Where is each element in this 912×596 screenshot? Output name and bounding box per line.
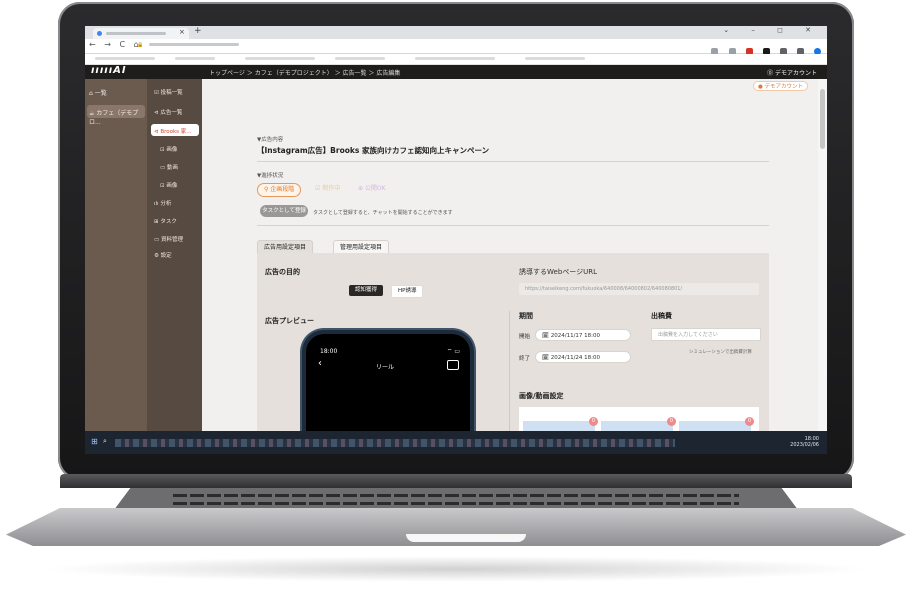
content-section-label: ▼広告内容 bbox=[257, 137, 284, 143]
start-label: 開始 bbox=[519, 334, 531, 340]
main-content: ▼広告内容 【Instagram広告】Brooks 家族向けカフェ認知向上キャン… bbox=[202, 79, 818, 454]
laptop-base bbox=[6, 474, 906, 546]
extension-icons bbox=[706, 41, 821, 55]
url-text-blurred bbox=[148, 43, 239, 46]
sidebar-item-ads[interactable]: ⊲ 広告一覧 bbox=[154, 108, 182, 116]
bookmark-blurred[interactable] bbox=[525, 57, 585, 60]
laptop-hinge bbox=[60, 474, 852, 488]
browser-tab[interactable]: × bbox=[93, 28, 189, 39]
window-controls[interactable]: ⌄ – ◻ ✕ bbox=[723, 26, 821, 34]
sidebar-item-settings[interactable]: ⚙ 設定 bbox=[154, 251, 172, 259]
cost-label: 出稿費 bbox=[651, 312, 672, 320]
bookmark-blurred[interactable] bbox=[415, 57, 495, 60]
task-note: タスクとして登録すると、チャットを開始することができます bbox=[313, 210, 453, 216]
key-row bbox=[172, 494, 740, 497]
camera-icon bbox=[447, 360, 459, 370]
sidebar-item-brooks-ad[interactable]: ⊲ Brooks 家... bbox=[154, 127, 192, 135]
purpose-awareness-option[interactable]: 認知獲得 bbox=[349, 285, 384, 296]
status-in-production[interactable]: ☑ 制作中 bbox=[309, 183, 346, 195]
sidebar-item-analytics[interactable]: ılı 分析 bbox=[154, 199, 171, 207]
start-date-input[interactable]: 🗓 2024/11/17 18:00 bbox=[535, 329, 631, 341]
account-menu[interactable]: ⓪ デモアカウント bbox=[767, 68, 817, 77]
account-badge: ● デモアカウント bbox=[752, 81, 808, 91]
tab-title-blurred bbox=[106, 32, 166, 35]
media-settings-label: 画像/動画設定 bbox=[519, 392, 564, 400]
progress-section-label: ▼進捗状況 bbox=[257, 173, 284, 179]
scrollbar-thumb[interactable] bbox=[820, 89, 825, 149]
app-logo[interactable]: ıııııAI bbox=[91, 65, 127, 76]
end-date-input[interactable]: 🗓 2024/11/24 18:00 bbox=[535, 351, 631, 363]
simulation-link[interactable]: シミュレーションで出稿費計算 bbox=[689, 349, 752, 355]
os-taskbar: ⊞ ⌕ 18:00 2023/02/06 bbox=[85, 431, 827, 454]
sidebar-item-tasks[interactable]: ⊞ タスク bbox=[154, 217, 177, 225]
media-badge[interactable]: 0 bbox=[589, 417, 598, 426]
sidebar-item-posts[interactable]: ☑ 投稿一覧 bbox=[154, 88, 183, 96]
address-bar: ← → C ⌂ 🔒 bbox=[85, 39, 827, 55]
phone-time: 18:00 bbox=[320, 348, 338, 355]
new-tab-button[interactable]: + bbox=[194, 26, 202, 36]
laptop-screen: × + ⌄ – ◻ ✕ ← → C ⌂ 🔒 ıııııAI トップページ ＞ カ… bbox=[85, 26, 827, 454]
media-badge[interactable]: 0 bbox=[745, 417, 754, 426]
phone-status-icons: ⌔ ▭ bbox=[446, 348, 460, 355]
url-field[interactable]: 🔒 bbox=[137, 42, 617, 50]
register-task-button[interactable]: タスクとして登録 bbox=[260, 205, 308, 217]
phone-reel-title: リール bbox=[376, 364, 395, 371]
sidebar-item-image[interactable]: ⊡ 画像 bbox=[160, 145, 177, 153]
tab-admin-settings[interactable]: 管理用設定項目 bbox=[333, 240, 390, 254]
sidebar-item-documents[interactable]: ▭ 資料管理 bbox=[154, 235, 183, 243]
cost-input[interactable]: 出稿費を入力してください bbox=[651, 328, 761, 341]
tab-ad-settings[interactable]: 広告用設定項目 bbox=[257, 240, 314, 254]
breadcrumb[interactable]: トップページ ＞ カフェ（デモプロジェクト） ＞ 広告一覧 ＞ 広告編集 bbox=[209, 68, 400, 77]
menu-sidebar: ☑ 投稿一覧 ⊲ 広告一覧 ⊲ Brooks 家... ⊡ 画像 ▭ 動画 ⊡ … bbox=[147, 79, 202, 454]
favicon-icon bbox=[97, 31, 102, 36]
back-arrow-icon: ‹ bbox=[318, 358, 322, 369]
bookmark-blurred[interactable] bbox=[245, 57, 315, 60]
sidebar-item-video[interactable]: ▭ 動画 bbox=[160, 163, 178, 171]
key-row bbox=[172, 502, 740, 505]
page-title: 【Instagram広告】Brooks 家族向けカフェ認知向上キャンペーン bbox=[257, 146, 490, 155]
app-header: ıııııAI トップページ ＞ カフェ（デモプロジェクト） ＞ 広告一覧 ＞ … bbox=[85, 65, 827, 79]
search-icon[interactable]: ⌕ bbox=[103, 437, 107, 446]
taskbar-app-icons[interactable] bbox=[115, 439, 675, 447]
divider bbox=[257, 225, 769, 226]
bookmark-blurred[interactable] bbox=[95, 57, 155, 60]
landing-url-input[interactable]: https://taiseikeng.com/fukuoka/640008/64… bbox=[519, 283, 759, 295]
sidebar-item-list[interactable]: ⌂ 一覧 bbox=[89, 88, 107, 97]
sidebar-item-cafe-project[interactable]: ☕ カフェ（デモプロ... bbox=[89, 108, 147, 126]
page-scrollbar[interactable] bbox=[818, 79, 827, 431]
bookmarks-bar bbox=[85, 54, 827, 65]
project-sidebar: ⌂ 一覧 ☕ カフェ（デモプロ... bbox=[85, 79, 147, 454]
ad-settings-panel: 広告の目的 認知獲得 HP誘導 誘導するWebページURL https://ta… bbox=[257, 253, 769, 454]
preview-label: 広告プレビュー bbox=[265, 317, 314, 325]
windows-start-icon[interactable]: ⊞ bbox=[91, 437, 98, 446]
status-publish-ok[interactable]: ⊕ 公開OK bbox=[352, 183, 392, 195]
landing-url-label: 誘導するWebページURL bbox=[519, 268, 598, 276]
media-badge[interactable]: 0 bbox=[667, 417, 676, 426]
sidebar-item-image-2[interactable]: ⊡ 画像 bbox=[160, 181, 177, 189]
bookmark-blurred[interactable] bbox=[335, 57, 385, 60]
purpose-hp-option[interactable]: HP誘導 bbox=[391, 285, 424, 298]
clock-date: 2023/02/06 bbox=[790, 442, 819, 448]
lock-icon: 🔒 bbox=[137, 42, 144, 48]
nav-buttons[interactable]: ← → C ⌂ bbox=[89, 40, 142, 49]
status-planning[interactable]: ⚲ 企画段階 bbox=[257, 183, 302, 197]
laptop-notch bbox=[406, 534, 526, 542]
browser-tab-bar: × + ⌄ – ◻ ✕ bbox=[85, 26, 827, 39]
laptop-shadow bbox=[40, 556, 872, 582]
tab-close-icon[interactable]: × bbox=[179, 28, 185, 36]
taskbar-clock: 18:00 2023/02/06 bbox=[790, 436, 819, 448]
end-label: 終了 bbox=[519, 356, 531, 362]
purpose-label: 広告の目的 bbox=[265, 268, 300, 276]
divider bbox=[257, 161, 769, 162]
period-label: 期間 bbox=[519, 312, 533, 320]
bookmark-blurred[interactable] bbox=[175, 57, 215, 60]
